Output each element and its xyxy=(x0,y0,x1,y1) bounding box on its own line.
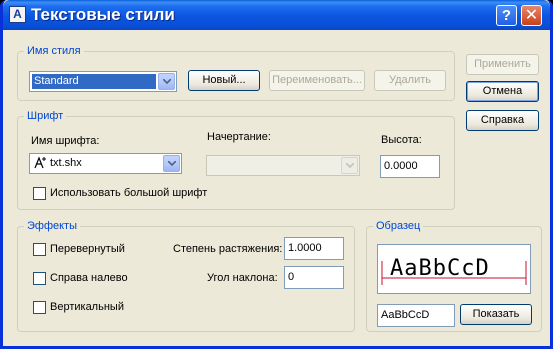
vertical-label: Вертикальный xyxy=(50,301,124,313)
preview-text: AaBbCcD xyxy=(390,256,490,281)
preview-show-button[interactable]: Показать xyxy=(460,304,532,325)
title-bar[interactable]: A Текстовые стили ? ✕ xyxy=(3,0,550,30)
style-name-combo[interactable]: Standard xyxy=(29,71,177,92)
chevron-down-icon[interactable] xyxy=(158,73,175,90)
autocad-text-icon: A xyxy=(9,6,26,23)
font-name-label: Имя шрифта: xyxy=(31,135,100,147)
font-name-value: txt.shx xyxy=(50,157,82,169)
chevron-down-icon[interactable] xyxy=(163,155,180,172)
preview-canvas: AaBbCcD xyxy=(377,244,531,294)
bigfont-label: Использовать большой шрифт xyxy=(50,187,208,199)
close-button[interactable]: ✕ xyxy=(521,5,542,26)
vertical-checkbox[interactable] xyxy=(33,301,46,314)
help-button[interactable]: Справка xyxy=(466,110,539,131)
shx-font-icon xyxy=(33,156,47,170)
window-title: Текстовые стили xyxy=(31,5,175,24)
delete-style-button[interactable]: Удалить xyxy=(374,70,446,91)
width-factor-input[interactable]: 1.0000 xyxy=(284,237,344,260)
preview-legend: Образец xyxy=(376,220,421,232)
height-label: Высота: xyxy=(381,134,422,146)
style-name-legend: Имя стиля xyxy=(27,45,81,57)
font-style-label: Начертание: xyxy=(207,131,271,143)
oblique-input[interactable]: 0 xyxy=(284,266,344,289)
help-title-button[interactable]: ? xyxy=(496,5,517,26)
rename-style-button[interactable]: Переименовать... xyxy=(269,70,365,91)
font-style-combo[interactable] xyxy=(206,155,360,176)
font-name-combo[interactable]: txt.shx xyxy=(29,153,182,174)
font-legend: Шрифт xyxy=(27,110,64,122)
upside-down-label: Перевернутый xyxy=(50,243,125,255)
backwards-label: Справа налево xyxy=(50,272,128,284)
backwards-checkbox[interactable] xyxy=(33,272,46,285)
cancel-button[interactable]: Отмена xyxy=(466,81,539,102)
font-style-value xyxy=(209,158,213,173)
width-factor-label: Степень растяжения: xyxy=(173,243,283,255)
apply-button[interactable]: Применить xyxy=(466,54,539,75)
new-style-button[interactable]: Новый... xyxy=(188,70,260,91)
bigfont-checkbox[interactable] xyxy=(33,187,46,200)
upside-down-checkbox[interactable] xyxy=(33,243,46,256)
dialog-window: A Текстовые стили ? ✕ Имя стиля Standard… xyxy=(0,0,553,349)
oblique-label: Угол наклона: xyxy=(207,272,278,284)
height-input[interactable]: 0.0000 xyxy=(380,155,440,178)
chevron-down-icon xyxy=(341,157,358,174)
effects-legend: Эффекты xyxy=(27,220,78,232)
style-name-value: Standard xyxy=(32,74,156,89)
preview-text-input[interactable]: AaBbCcD xyxy=(377,304,455,327)
